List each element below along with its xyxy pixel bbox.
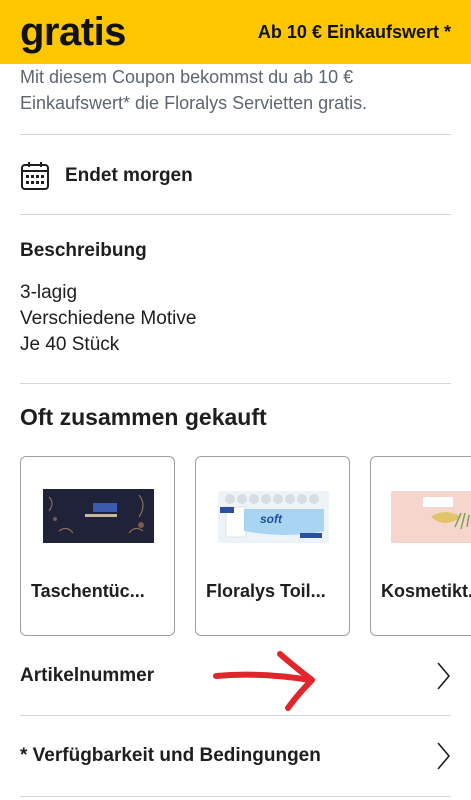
description-line: Je 40 Stück [20,334,120,355]
description-title: Beschreibung [20,240,147,261]
red-arrow-annotation [213,651,315,711]
availability-conditions-label: * Verfügbarkeit und Bedingungen [20,745,321,766]
product-name: Floralys Toil... [206,581,326,601]
related-section-title: Oft zusammen gekauft [20,404,267,430]
divider [20,214,451,215]
description-line: Verschiedene Motive [20,308,197,329]
availability-conditions-row[interactable]: * Verfügbarkeit und Bedingungen [20,726,451,786]
description-list: 3-lagig Verschiedene Motive Je 40 Stück [20,280,196,358]
divider [20,383,451,384]
description-line: 3-lagig [20,282,78,303]
chevron-right-icon [437,742,451,770]
divider [20,715,451,716]
chevron-right-icon [437,662,451,690]
expiry-row: Endet morgen [20,158,193,194]
product-card[interactable]: Kosmetikt... [370,456,471,636]
coupon-banner: gratis Ab 10 € Einkaufswert * [0,0,471,64]
divider [20,134,451,135]
coupon-text-line: Einkaufswert* die Floralys Servietten gr… [20,93,368,113]
divider [20,796,451,797]
coupon-text: Mit diesem Coupon bekommst du ab 10 € Ei… [20,64,460,116]
banner-threshold: Ab 10 € Einkaufswert * [257,21,451,42]
article-number-label: Artikelnummer [20,665,155,686]
banner-title: gratis [20,9,126,54]
product-card[interactable]: Taschentüc... [20,456,175,636]
expiry-text: Endet morgen [65,165,193,186]
coupon-text-line: Mit diesem Coupon bekommst du ab 10 € [20,67,354,87]
svg-text:soft: soft [260,512,283,526]
product-image [43,489,154,543]
product-name: Taschentüc... [31,581,145,601]
product-image: soft [218,491,329,543]
related-products-carousel[interactable]: Taschentüc... soft Floralys Toil... Kosm… [20,456,471,636]
calendar-icon [21,162,49,190]
product-image [391,491,471,543]
product-card[interactable]: soft Floralys Toil... [195,456,350,636]
product-name: Kosmetikt... [381,581,471,601]
